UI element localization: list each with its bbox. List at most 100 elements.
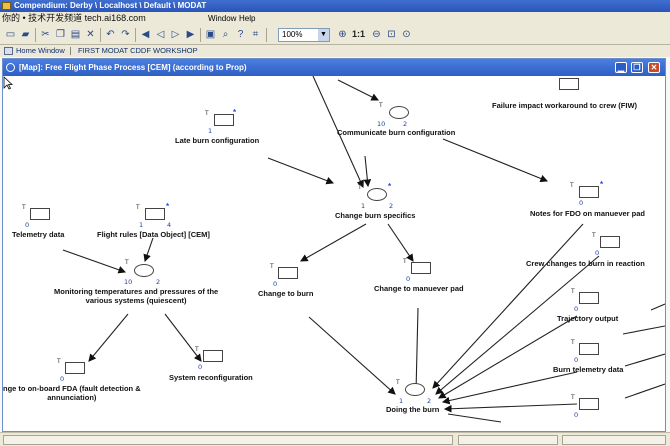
link-communicate-to-change-specifics[interactable] [363, 155, 372, 188]
link-telemetry-to-monitoring[interactable] [62, 249, 127, 274]
home-window-link[interactable]: Home Window [16, 45, 65, 57]
watermark-text: 你的 • 技术开发频道 tech.ai168.com [2, 13, 146, 23]
image-icon[interactable]: ▣ [204, 28, 217, 41]
note-node-icon[interactable] [559, 78, 579, 90]
zoom-in-icon[interactable]: ⊕ [336, 28, 349, 41]
link-change-pad-to-doing[interactable] [412, 307, 421, 394]
toolbar-separator [266, 28, 267, 42]
link-flight-rules-to-monitoring[interactable] [143, 237, 154, 263]
new-icon[interactable]: ▭ [4, 28, 17, 41]
search-icon[interactable]: ⌕ [219, 28, 232, 41]
note-node-icon[interactable] [579, 186, 599, 198]
node-tag-icon: T [270, 263, 274, 270]
delete-icon[interactable]: ✕ [84, 28, 97, 41]
zoom-one-to-one[interactable]: 1:1 [352, 28, 365, 41]
focus-node-icon[interactable]: ⊙ [400, 28, 413, 41]
note-node-icon[interactable] [203, 350, 223, 362]
note-node-icon[interactable] [278, 267, 298, 279]
link-offscreen-3[interactable] [624, 383, 665, 399]
note-node-icon[interactable] [65, 362, 85, 374]
note-node-icon[interactable] [145, 208, 165, 220]
minimize-button[interactable]: ▁ [615, 62, 627, 73]
link-burn-telemetry-to-doing[interactable] [441, 371, 578, 405]
node-count: 0 [60, 375, 65, 383]
link-communicate-to-notes[interactable] [442, 138, 549, 183]
link-specifics-to-change-to-burn[interactable] [300, 223, 367, 262]
mouse-pointer-icon [3, 76, 13, 90]
menu-help[interactable]: Help [239, 12, 255, 25]
link-change-burn-to-doing[interactable] [308, 316, 396, 395]
copy-icon[interactable]: ❐ [54, 28, 67, 41]
node-tag-icon: T [571, 339, 575, 346]
star-icon: * [600, 180, 604, 189]
zoom-out-icon[interactable]: ⊖ [370, 28, 383, 41]
node-tag-icon: T [571, 288, 575, 295]
forward-history-icon[interactable]: ▷ [169, 28, 182, 41]
note-node-icon[interactable] [600, 236, 620, 248]
link-notes-to-doing[interactable] [432, 223, 584, 389]
paste-icon[interactable]: ▤ [69, 28, 82, 41]
link-monitoring-to-fault[interactable] [88, 313, 129, 362]
tag-icon[interactable]: ⌗ [249, 28, 262, 41]
undo-icon[interactable]: ↶ [104, 28, 117, 41]
open-icon[interactable]: ▰ [19, 28, 32, 41]
chevron-down-icon[interactable]: ▼ [318, 29, 329, 41]
node-count: 0 [574, 305, 579, 313]
note-node-icon[interactable] [411, 262, 431, 274]
node-label: Notes for FDO on manuever pad [530, 209, 646, 218]
back-history-icon[interactable]: ◁ [154, 28, 167, 41]
node-tag-icon: T [358, 184, 362, 191]
note-node-icon[interactable] [579, 343, 599, 355]
issue-node-icon[interactable] [405, 383, 425, 396]
fit-page-icon[interactable]: ⊡ [385, 28, 398, 41]
issue-node-icon[interactable] [134, 264, 154, 277]
link-offscreen-1[interactable] [622, 325, 665, 335]
workshop-map-link[interactable]: FIRST MODAT CDDF WORKSHOP [78, 45, 198, 57]
link-specifics-to-change-pad[interactable] [387, 223, 414, 262]
link-bottom-right-to-doing[interactable] [443, 403, 578, 413]
map-window: [Map]: Free Flight Phase Process [CEM] (… [2, 58, 666, 432]
node-label: Burn telemetry data [553, 365, 624, 374]
node-count: 0 [198, 363, 203, 371]
note-node-icon[interactable] [214, 114, 234, 126]
compendium-app: Compendium: Derby \ Localhost \ Default … [0, 0, 670, 446]
menubar: 你的 • 技术开发频道 tech.ai168.com Window Help [0, 12, 670, 25]
link-late-to-change-specifics[interactable] [267, 157, 335, 185]
star-icon: * [166, 202, 170, 211]
issue-node-icon[interactable] [367, 188, 387, 201]
redo-icon[interactable]: ↷ [119, 28, 132, 41]
menu-window[interactable]: Window [208, 12, 236, 25]
node-tag-icon: T [570, 182, 574, 189]
forward-icon[interactable]: ▶ [184, 28, 197, 41]
cut-icon[interactable]: ✂ [39, 28, 52, 41]
link-offscreen-2[interactable] [624, 353, 665, 367]
issue-node-icon[interactable] [389, 106, 409, 119]
node-count: 0 [595, 249, 600, 257]
node-label: Communicate burn configuration [337, 128, 456, 137]
node-count: 1 [208, 127, 213, 135]
node-count: 0 [579, 199, 584, 207]
star-icon: * [388, 182, 392, 191]
app-titlebar: Compendium: Derby \ Localhost \ Default … [0, 0, 670, 12]
link-bottom-incoming[interactable] [447, 413, 502, 423]
node-label: Late burn configuration [175, 136, 260, 145]
note-node-icon[interactable] [30, 208, 50, 220]
maximize-button[interactable]: ❐ [631, 62, 643, 73]
link-trajectory-to-doing[interactable] [438, 315, 578, 399]
link-top-to-communicate[interactable] [337, 79, 379, 101]
map-titlebar: [Map]: Free Flight Phase Process [CEM] (… [3, 59, 665, 76]
link-monitoring-to-reconfig[interactable] [164, 313, 202, 362]
help-cursor-icon[interactable]: ? [234, 28, 247, 41]
map-canvas[interactable]: Failure impact workaround to crew (FIW) … [3, 76, 665, 431]
note-node-icon[interactable] [579, 292, 599, 304]
node-tag-icon: T [125, 259, 129, 266]
back-icon[interactable]: ◀ [139, 28, 152, 41]
note-node-icon[interactable] [579, 398, 599, 410]
close-button[interactable]: ✕ [648, 62, 660, 73]
node-label: Change to manuever pad [374, 284, 464, 293]
status-field [458, 435, 558, 445]
home-window-icon[interactable] [4, 47, 13, 55]
link-offscreen-4[interactable] [650, 303, 665, 311]
navbar-separator [70, 47, 71, 55]
zoom-select[interactable]: 100% ▼ [278, 28, 330, 42]
